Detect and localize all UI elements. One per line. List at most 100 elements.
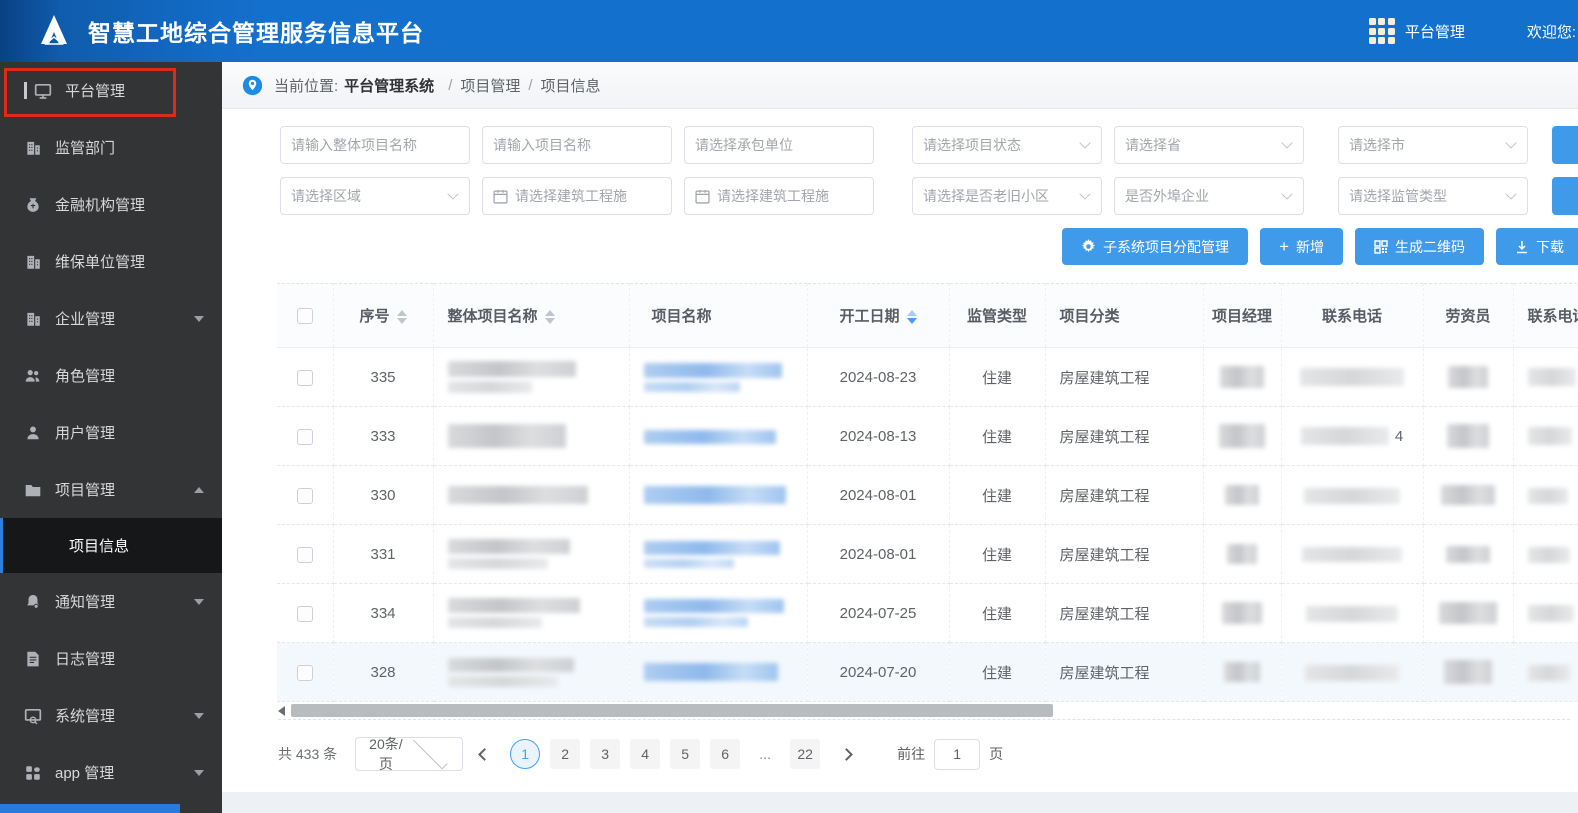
construction-date-start-input[interactable] — [515, 188, 661, 204]
page-button-5[interactable]: 5 — [670, 739, 701, 769]
page-button-1[interactable]: 1 — [510, 739, 541, 769]
sidebar-item-financial-institutions[interactable]: 金融机构管理 — [0, 176, 222, 233]
select-all-checkbox[interactable] — [296, 308, 313, 325]
project-status-input[interactable] — [923, 137, 1077, 153]
sidebar-item-label: 项目管理 — [55, 482, 116, 499]
prev-page-button[interactable] — [469, 739, 499, 769]
sidebar: 平台管理 监管部门 金融机构管理 维保单位管理 企业管理 角色管理 用户管理 项… — [0, 62, 222, 813]
sidebar-subitem-label: 项目信息 — [69, 538, 130, 555]
sidebar-item-label: app 管理 — [55, 765, 115, 782]
next-page-button[interactable] — [831, 739, 861, 769]
search-button[interactable] — [1552, 126, 1578, 164]
filter-project-status-select[interactable] — [912, 126, 1102, 164]
goto-suffix: 页 — [989, 746, 1004, 762]
filter-supervision-type-select[interactable] — [1338, 177, 1528, 215]
breadcrumb-section[interactable]: 项目管理 — [460, 75, 520, 96]
download-icon — [1515, 240, 1529, 254]
bell-icon — [27, 594, 39, 609]
redacted-labor-officer — [1447, 424, 1489, 448]
filter-nonlocal-enterprise-select[interactable] — [1114, 177, 1304, 215]
redacted-phone2 — [1527, 368, 1576, 387]
redacted-project-name-link[interactable] — [643, 429, 776, 444]
page-ellipsis[interactable]: ... — [750, 739, 780, 769]
row-checkbox[interactable] — [296, 428, 313, 445]
sidebar-item-maintenance-units[interactable]: 维保单位管理 — [0, 233, 222, 290]
region-input[interactable] — [291, 188, 445, 204]
row-checkbox[interactable] — [296, 664, 313, 681]
sidebar-subitem-project-info[interactable]: 项目信息 — [0, 518, 222, 573]
breadcrumb-root[interactable]: 平台管理系统 — [344, 75, 434, 96]
redacted-project-name-link[interactable] — [643, 663, 778, 682]
cell-start-date: 2024-08-13 — [807, 406, 950, 466]
cell-category: 房屋建筑工程 — [1045, 406, 1204, 466]
filter-region-select[interactable] — [280, 177, 470, 215]
page-button-3[interactable]: 3 — [590, 739, 621, 769]
redacted-project-name-link[interactable] — [643, 599, 784, 627]
row-checkbox[interactable] — [296, 546, 313, 563]
filter-contractor-select[interactable] — [684, 126, 874, 164]
log-icon — [27, 651, 39, 666]
breadcrumb-separator: / — [528, 76, 533, 94]
province-input[interactable] — [1125, 137, 1279, 153]
supervision-type-input[interactable] — [1349, 188, 1503, 204]
add-button[interactable]: + 新增 — [1260, 228, 1343, 265]
filter-construction-date-end[interactable] — [684, 177, 874, 215]
construction-date-end-input[interactable] — [717, 188, 863, 204]
sidebar-item-platform[interactable]: 平台管理 — [0, 62, 222, 119]
sidebar-item-role-mgmt[interactable]: 角色管理 — [0, 347, 222, 404]
generate-qrcode-label: 生成二维码 — [1395, 238, 1465, 255]
sidebar-item-app-mgmt[interactable]: app 管理 — [0, 744, 222, 801]
filter-city-select[interactable] — [1338, 126, 1528, 164]
sort-start-date[interactable] — [906, 310, 917, 325]
cell-start-date: 2024-08-23 — [807, 347, 950, 407]
redacted-project-name-link[interactable] — [643, 362, 782, 392]
project-name-input[interactable] — [493, 137, 661, 153]
sidebar-item-supervision-dept[interactable]: 监管部门 — [0, 119, 222, 176]
overall-project-name-input[interactable] — [291, 137, 459, 153]
row-checkbox[interactable] — [296, 369, 313, 386]
old-community-input[interactable] — [923, 188, 1077, 204]
table-row: 331 2024-08-01 住建 房屋建筑工程 — [277, 524, 1578, 584]
goto-page-input[interactable] — [934, 738, 981, 770]
generate-qrcode-button[interactable]: 生成二维码 — [1355, 228, 1484, 265]
filter-old-community-select[interactable] — [912, 177, 1102, 215]
subsystem-assign-button[interactable]: 子系统项目分配管理 — [1062, 228, 1249, 265]
row-checkbox[interactable] — [296, 487, 313, 504]
goto-label: 前往 — [897, 746, 926, 762]
sort-overall-name[interactable] — [544, 310, 555, 325]
page-button-2[interactable]: 2 — [550, 739, 581, 769]
header-platform-nav[interactable]: 平台管理 — [1405, 21, 1465, 42]
cell-seq: 331 — [333, 524, 434, 584]
breadcrumb-page[interactable]: 项目信息 — [541, 75, 601, 96]
moneybag-icon — [27, 197, 39, 212]
page-button-6[interactable]: 6 — [710, 739, 741, 769]
sidebar-item-user-mgmt[interactable]: 用户管理 — [0, 404, 222, 461]
sidebar-item-log-mgmt[interactable]: 日志管理 — [0, 630, 222, 687]
horizontal-scrollbar-thumb[interactable] — [291, 704, 1053, 717]
apps-grid-icon[interactable] — [1368, 18, 1395, 44]
contractor-input[interactable] — [695, 137, 863, 153]
chevron-down-icon — [412, 734, 448, 770]
scroll-left-arrow-icon[interactable] — [278, 706, 285, 716]
filter-overall-project-name[interactable] — [280, 126, 470, 164]
redacted-phone2 — [1527, 664, 1570, 681]
filter-construction-date-start[interactable] — [482, 177, 672, 215]
redacted-project-name-link[interactable] — [643, 486, 786, 505]
reset-button[interactable] — [1552, 177, 1578, 215]
page-size-select[interactable]: 20条/页 — [355, 734, 464, 772]
nonlocal-enterprise-input[interactable] — [1125, 188, 1279, 204]
sort-seq[interactable] — [396, 310, 407, 325]
city-input[interactable] — [1349, 137, 1503, 153]
filter-project-name[interactable] — [482, 126, 672, 164]
redacted-project-name-link[interactable] — [643, 540, 780, 568]
sidebar-item-enterprise-mgmt[interactable]: 企业管理 — [0, 290, 222, 347]
row-checkbox[interactable] — [296, 605, 313, 622]
sidebar-item-project-mgmt[interactable]: 项目管理 — [0, 461, 222, 518]
page-button-22[interactable]: 22 — [790, 739, 821, 769]
download-button[interactable]: 下载 — [1496, 228, 1578, 265]
sidebar-item-system-mgmt[interactable]: 系统管理 — [0, 687, 222, 744]
col-project-name: 项目名称 — [651, 308, 712, 325]
filter-province-select[interactable] — [1114, 126, 1304, 164]
sidebar-item-notice-mgmt[interactable]: 通知管理 — [0, 573, 222, 630]
page-button-4[interactable]: 4 — [630, 739, 661, 769]
